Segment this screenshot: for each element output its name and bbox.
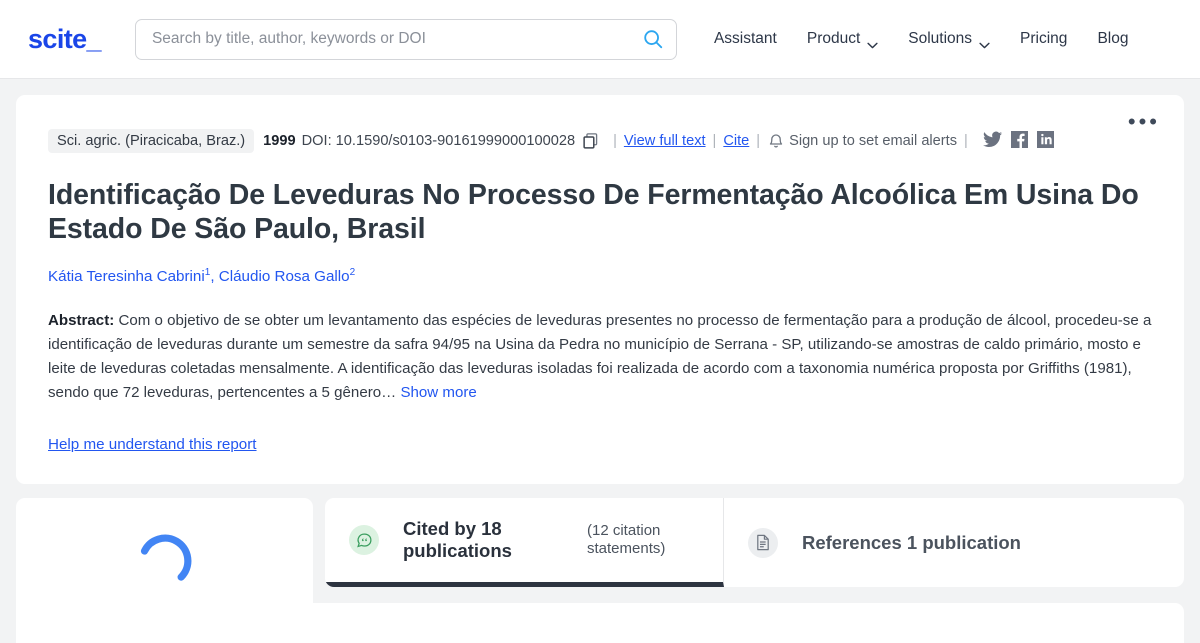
chevron-down-icon bbox=[867, 36, 878, 48]
abstract-label: Abstract: bbox=[48, 312, 115, 330]
tab-cited-by[interactable]: Cited by 18 publications (12 citation st… bbox=[325, 498, 724, 588]
nav-item-solutions[interactable]: Solutions bbox=[893, 24, 1005, 54]
references-label: References 1 publication bbox=[802, 531, 1021, 553]
citation-quote-icon bbox=[349, 525, 379, 556]
journal-name[interactable]: Sci. agric. (Piracicaba, Braz.) bbox=[48, 129, 255, 153]
facebook-icon[interactable] bbox=[1010, 130, 1028, 152]
nav-label: Pricing bbox=[1020, 30, 1068, 47]
meta-separator: | bbox=[756, 133, 761, 149]
page-title: Identificação De Leveduras No Processo D… bbox=[48, 179, 1139, 246]
nav-item-pricing[interactable]: Pricing bbox=[1005, 24, 1082, 54]
chevron-down-icon bbox=[979, 36, 990, 48]
search-input[interactable] bbox=[134, 18, 677, 60]
bell-icon bbox=[769, 133, 783, 149]
cited-by-label: Cited by 18 publications bbox=[403, 517, 512, 562]
document-icon bbox=[748, 527, 778, 558]
publication-card: ••• Sci. agric. (Piracicaba, Braz.) 1999… bbox=[16, 95, 1184, 485]
nav-label: Assistant bbox=[713, 30, 777, 47]
main-nav: Assistant Product Solutions Pricing Blog bbox=[699, 24, 1144, 54]
loading-spinner-icon bbox=[135, 531, 195, 591]
nav-label: Solutions bbox=[908, 30, 973, 47]
help-understand-report-link[interactable]: Help me understand this report bbox=[48, 436, 257, 453]
meta-separator: | bbox=[613, 133, 617, 149]
nav-item-product[interactable]: Product bbox=[792, 24, 893, 54]
abstract-body: Com o objetivo de se obter um levantamen… bbox=[48, 312, 1152, 401]
show-more-link[interactable]: Show more bbox=[400, 384, 476, 401]
author-list: Kátia Teresinha Cabrini1, Cláudio Rosa G… bbox=[48, 267, 1154, 285]
nav-item-assistant[interactable]: Assistant bbox=[699, 24, 792, 54]
scite-logo[interactable]: scite_ bbox=[28, 24, 102, 55]
author-item[interactable]: Cláudio Rosa Gallo2 bbox=[218, 267, 356, 286]
abstract-text: Abstract: Com o objetivo de se obter um … bbox=[48, 309, 1154, 404]
social-share-group bbox=[982, 130, 1054, 152]
publication-meta: Sci. agric. (Piracicaba, Braz.) 1999 DOI… bbox=[48, 128, 1154, 154]
search-box[interactable] bbox=[134, 18, 677, 60]
author-separator: , bbox=[210, 268, 219, 286]
more-options-button[interactable]: ••• bbox=[1128, 111, 1160, 133]
cite-link[interactable]: Cite bbox=[723, 133, 749, 149]
author-name: Cláudio Rosa Gallo bbox=[218, 268, 350, 286]
author-name: Kátia Teresinha Cabrini bbox=[48, 268, 205, 286]
doi-text: DOI: 10.1590/s0103-90161999000100028 bbox=[301, 133, 576, 149]
publication-year: 1999 bbox=[263, 133, 296, 149]
author-item[interactable]: Kátia Teresinha Cabrini1 bbox=[48, 267, 210, 286]
meta-separator: | bbox=[712, 133, 717, 149]
next-section-card bbox=[16, 603, 1184, 643]
author-affiliation: 2 bbox=[349, 267, 356, 279]
linkedin-icon[interactable] bbox=[1036, 130, 1054, 152]
nav-label: Blog bbox=[1097, 30, 1129, 47]
nav-item-blog[interactable]: Blog bbox=[1082, 24, 1143, 54]
twitter-icon[interactable] bbox=[982, 131, 1002, 152]
page-body: ••• Sci. agric. (Piracicaba, Braz.) 1999… bbox=[0, 79, 1200, 485]
meta-separator: | bbox=[964, 133, 968, 149]
site-header: scite_ Assistant Product Solutions Pr bbox=[0, 0, 1200, 79]
copy-icon[interactable] bbox=[583, 133, 598, 149]
nav-label: Product bbox=[806, 30, 861, 47]
tab-references[interactable]: References 1 publication bbox=[724, 498, 1047, 587]
citation-statements-label: (12 citation statements) bbox=[587, 521, 666, 558]
view-full-text-link[interactable]: View full text bbox=[624, 133, 706, 149]
search-icon[interactable] bbox=[642, 28, 664, 50]
email-alerts-link[interactable]: Sign up to set email alerts bbox=[789, 133, 957, 149]
citation-tabs: Cited by 18 publications (12 citation st… bbox=[325, 498, 1184, 588]
